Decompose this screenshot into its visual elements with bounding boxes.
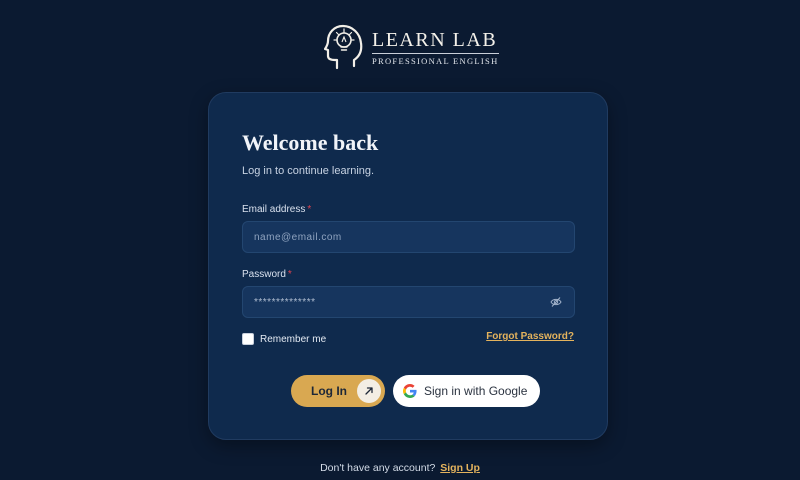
login-page: LEARN LAB PROFESSIONAL ENGLISH Welcome b… (0, 0, 800, 480)
email-field[interactable]: name@email.com (242, 221, 575, 253)
password-field[interactable]: ************** (242, 286, 575, 318)
google-signin-button[interactable]: Sign in with Google (393, 375, 540, 407)
password-required-mark: * (287, 269, 292, 280)
email-label-text: Email address (242, 204, 306, 215)
remember-label: Remember me (260, 333, 327, 345)
email-label: Email address * (242, 204, 311, 215)
eye-off-icon[interactable] (549, 295, 563, 309)
head-lightbulb-icon (324, 24, 363, 70)
brand-logo: LEARN LAB PROFESSIONAL ENGLISH (324, 22, 499, 72)
login-button[interactable]: Log In (291, 375, 385, 407)
login-button-label: Log In (311, 384, 347, 398)
email-placeholder: name@email.com (254, 231, 342, 243)
password-value: ************** (254, 296, 316, 308)
card-title: Welcome back (242, 130, 379, 155)
google-icon (403, 384, 417, 398)
google-button-label: Sign in with Google (424, 384, 528, 398)
brand-title: LEARN LAB (372, 28, 498, 51)
login-card: Welcome back Log in to continue learning… (208, 92, 608, 440)
signup-prompt: Don't have any account? Sign Up (0, 462, 800, 474)
brand-divider (372, 52, 499, 54)
forgot-password-link[interactable]: Forgot Password? (486, 331, 574, 342)
remember-me[interactable]: Remember me (242, 333, 326, 345)
card-subtitle: Log in to continue learning. (242, 165, 375, 177)
remember-checkbox[interactable] (242, 333, 254, 345)
brand-subtitle: PROFESSIONAL ENGLISH (372, 55, 499, 66)
password-label: Password * (242, 269, 292, 280)
signup-prompt-text: Don't have any account? (320, 462, 436, 474)
email-required-mark: * (307, 204, 312, 215)
password-label-text: Password (242, 269, 286, 280)
arrow-up-right-icon (357, 379, 381, 403)
signup-link[interactable]: Sign Up (440, 462, 480, 474)
